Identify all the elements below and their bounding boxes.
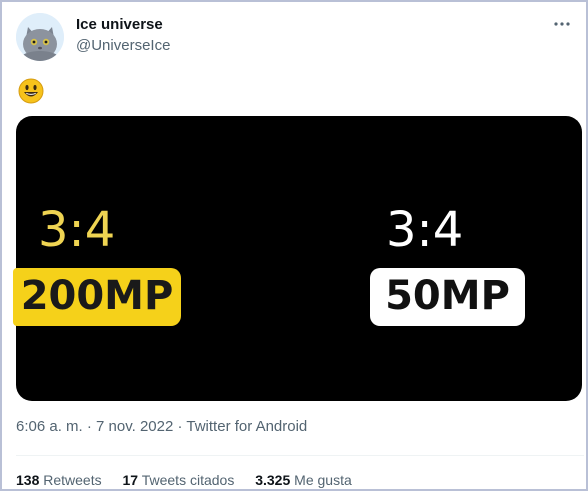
retweets-label: Retweets [43, 472, 102, 488]
quote-tweets-stat[interactable]: 17 Tweets citados [123, 472, 235, 488]
smiling-face-emoji-icon [18, 78, 44, 104]
avatar[interactable] [16, 13, 64, 61]
tweet-card: Ice universe @UniverseIce 3:4 200MP 3:4 … [0, 0, 584, 488]
quote-tweets-count: 17 [122, 472, 139, 488]
tweet-image[interactable] [16, 116, 582, 401]
cat-avatar-icon [16, 13, 64, 61]
tweet-metadata: 6:06 a. m. · 7 nov. 2022 · Twitter for A… [16, 418, 307, 435]
retweets-count: 138 [16, 472, 40, 488]
retweets-stat[interactable]: 138 Retweets [16, 472, 102, 488]
engagement-stats: 138 Retweets 17 Tweets citados 3.325 Me … [16, 472, 369, 488]
author-name[interactable]: Ice universe [76, 16, 163, 33]
author-handle[interactable]: @UniverseIce [76, 37, 170, 54]
timestamp-link[interactable]: 6:06 a. m. · 7 nov. 2022 · [16, 418, 186, 435]
quote-tweets-label: Tweets citados [141, 472, 235, 488]
source-link[interactable]: Twitter for Android [186, 418, 307, 435]
more-horizontal-icon [554, 22, 570, 26]
likes-stat[interactable]: 3.325 Me gusta [255, 472, 352, 488]
divider [16, 455, 584, 456]
more-options-button[interactable] [548, 10, 576, 38]
likes-label: Me gusta [294, 472, 352, 488]
likes-count: 3.325 [255, 472, 291, 488]
